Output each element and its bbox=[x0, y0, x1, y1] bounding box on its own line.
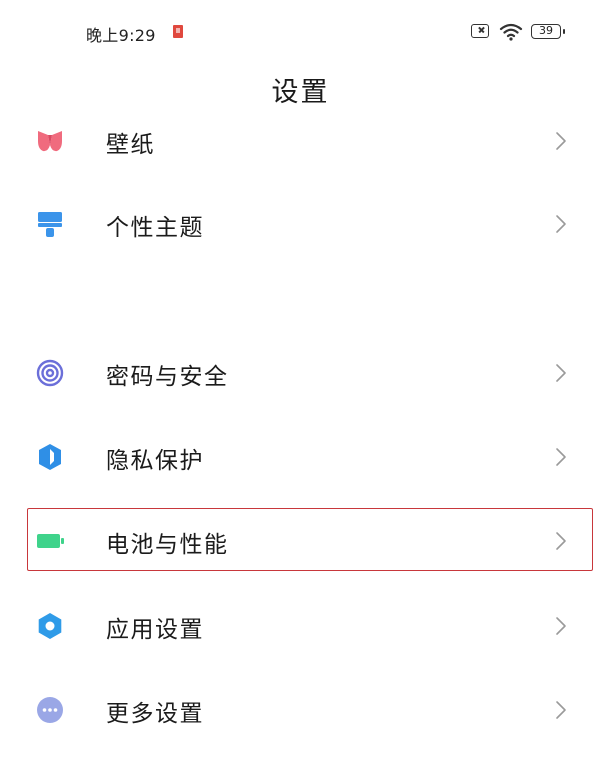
settings-item-label: 更多设置 bbox=[106, 701, 204, 727]
chevron-right-icon bbox=[556, 448, 566, 466]
fingerprint-icon bbox=[36, 359, 64, 387]
settings-item-app-settings[interactable]: 应用设置 bbox=[0, 595, 601, 655]
chevron-right-icon bbox=[556, 215, 566, 233]
settings-item-battery-performance[interactable]: 电池与性能 bbox=[0, 510, 601, 570]
app-settings-gear-icon bbox=[38, 613, 62, 639]
settings-item-label: 个性主题 bbox=[106, 215, 204, 241]
chevron-right-icon bbox=[556, 532, 566, 550]
settings-item-label: 壁纸 bbox=[106, 132, 155, 158]
settings-item-more-settings[interactable]: 更多设置 bbox=[0, 679, 601, 739]
chevron-right-icon bbox=[556, 617, 566, 635]
chevron-right-icon bbox=[556, 364, 566, 382]
settings-item-label: 密码与安全 bbox=[106, 364, 229, 390]
wallpaper-icon bbox=[38, 131, 62, 152]
settings-item-label: 隐私保护 bbox=[106, 448, 204, 474]
battery-performance-icon bbox=[37, 534, 64, 548]
chevron-right-icon bbox=[556, 701, 566, 719]
settings-item-theme[interactable]: 个性主题 bbox=[0, 193, 601, 253]
more-settings-icon bbox=[37, 697, 63, 723]
settings-item-wallpaper[interactable]: 壁纸 bbox=[0, 110, 601, 170]
settings-item-privacy[interactable]: 隐私保护 bbox=[0, 426, 601, 486]
chevron-right-icon bbox=[556, 132, 566, 150]
theme-brush-icon bbox=[38, 212, 62, 237]
settings-list: 壁纸 个性主题 密码与安全 隐私保护 电池与性能 应用设置 更多设置 bbox=[0, 0, 601, 777]
privacy-shield-icon bbox=[39, 444, 61, 470]
settings-item-label: 应用设置 bbox=[106, 617, 204, 643]
settings-item-label: 电池与性能 bbox=[106, 532, 229, 558]
settings-item-password-security[interactable]: 密码与安全 bbox=[0, 342, 601, 402]
